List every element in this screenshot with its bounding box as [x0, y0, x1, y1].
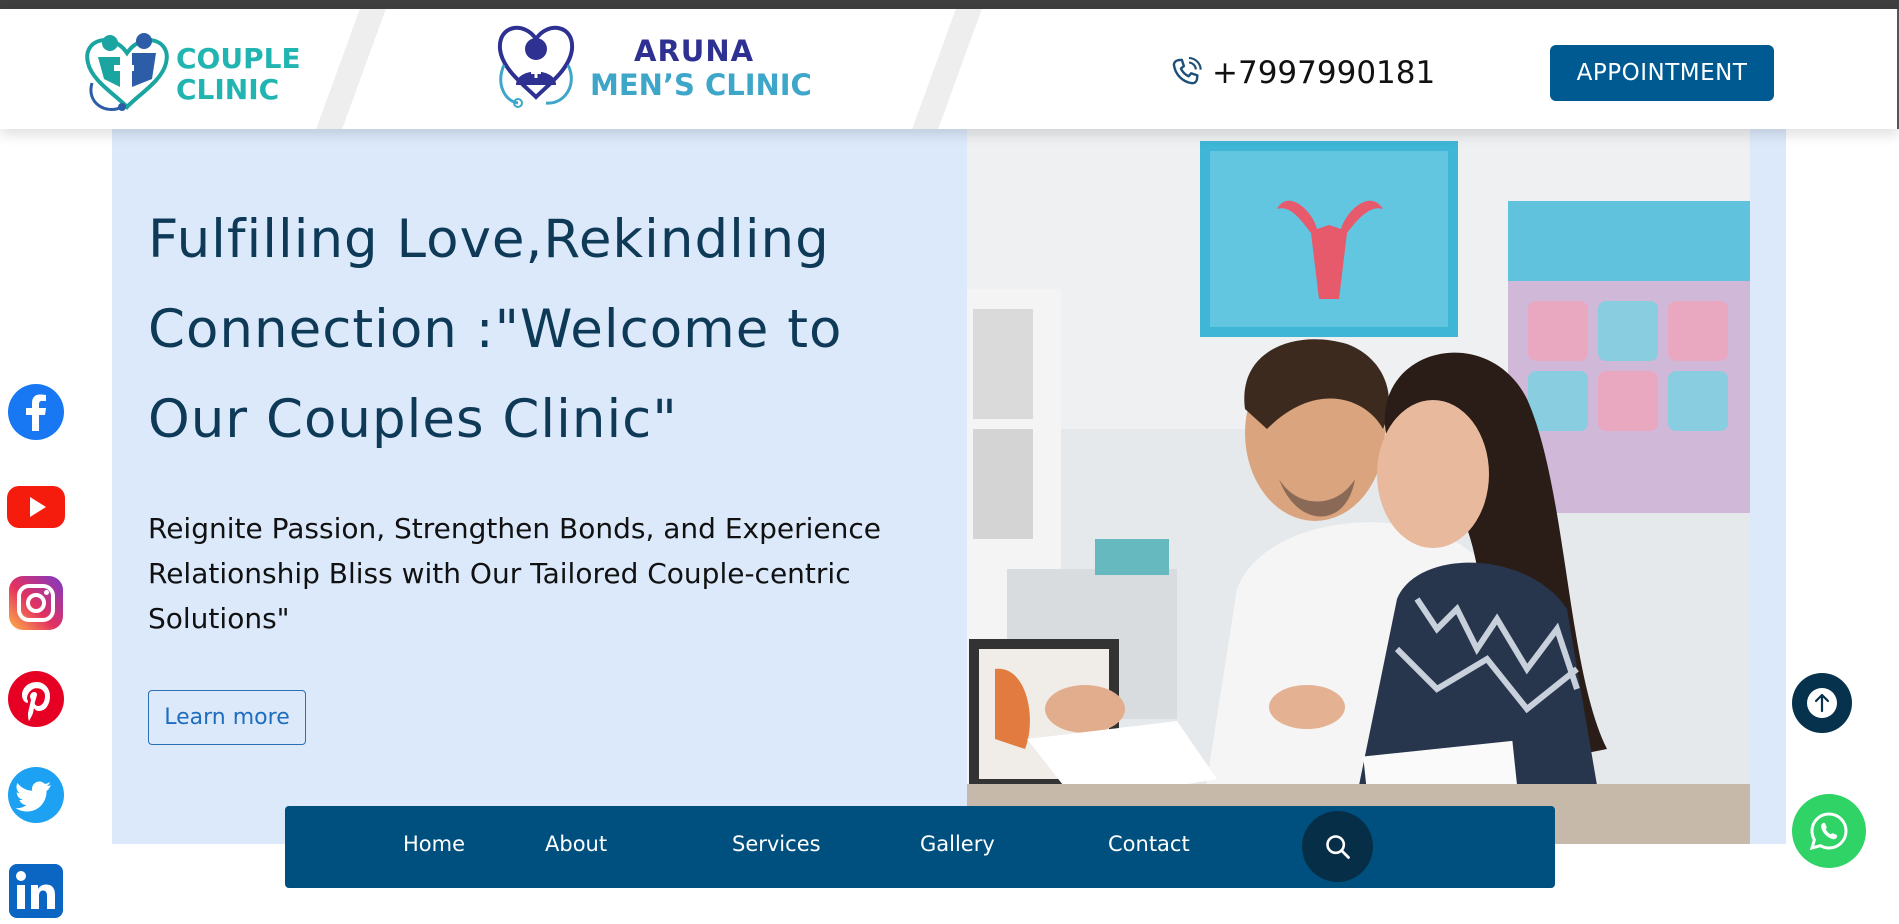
linkedin-link[interactable]: [7, 862, 65, 920]
appointment-button[interactable]: APPOINTMENT: [1550, 45, 1774, 101]
nav-item-home[interactable]: Home: [403, 832, 465, 856]
twitter-link[interactable]: [7, 766, 65, 824]
twitter-icon: [8, 767, 64, 823]
whatsapp-icon: [1809, 812, 1848, 851]
nav-item-about[interactable]: About: [545, 832, 607, 856]
main-navigation: Home About Services Gallery Contact: [285, 806, 1555, 888]
hero-subtitle: Reignite Passion, Strengthen Bonds, and …: [148, 512, 881, 635]
arrow-up-icon: [1807, 688, 1837, 718]
logo-line-mens-clinic: MEN’S CLINIC: [590, 68, 812, 102]
pinterest-link[interactable]: [7, 670, 65, 728]
youtube-icon: [7, 486, 65, 528]
aruna-mens-clinic-logo[interactable]: ARUNA MEN’S CLINIC: [494, 19, 814, 124]
facebook-icon: [8, 384, 64, 440]
header-divider: [316, 9, 386, 129]
search-icon: [1325, 834, 1350, 859]
search-button[interactable]: [1302, 811, 1373, 882]
whatsapp-chat-button[interactable]: [1792, 794, 1866, 868]
hero-title: Fulfilling Love,Rekindling Connection :"…: [148, 209, 843, 450]
pinterest-icon: [8, 671, 64, 727]
logo-line-aruna: ARUNA: [634, 34, 755, 68]
nav-item-contact[interactable]: Contact: [1108, 832, 1190, 856]
facebook-link[interactable]: [7, 383, 65, 441]
youtube-link[interactable]: [7, 478, 65, 536]
couple-clinic-logo[interactable]: COUPLE CLINIC: [82, 23, 322, 123]
nav-item-services[interactable]: Services: [732, 832, 821, 856]
header-divider: [912, 9, 982, 129]
learn-more-button[interactable]: Learn more: [148, 690, 306, 745]
nav-item-gallery[interactable]: Gallery: [920, 832, 995, 856]
top-border: [0, 0, 1899, 9]
phone-contact[interactable]: +7997990181: [1168, 55, 1435, 91]
linkedin-icon: [9, 864, 63, 918]
hero-couple-photo: [967, 129, 1750, 844]
site-header: COUPLE CLINIC ARUNA MEN’S CLINIC +799799…: [0, 9, 1899, 129]
scroll-to-top-button[interactable]: [1792, 673, 1852, 733]
instagram-link[interactable]: [7, 574, 65, 632]
aruna-logo-icon: [497, 25, 575, 108]
logo-line-couple: COUPLE: [176, 42, 301, 75]
couple-clinic-logo-icon: [85, 33, 169, 111]
couple-clinic-logo-text: COUPLE CLINIC: [176, 43, 301, 105]
logo-line-clinic: CLINIC: [176, 73, 280, 106]
phone-number: +7997990181: [1212, 55, 1436, 91]
instagram-icon: [9, 576, 63, 630]
couple-photo-illustration: [967, 129, 1750, 844]
phone-icon: [1172, 56, 1202, 85]
